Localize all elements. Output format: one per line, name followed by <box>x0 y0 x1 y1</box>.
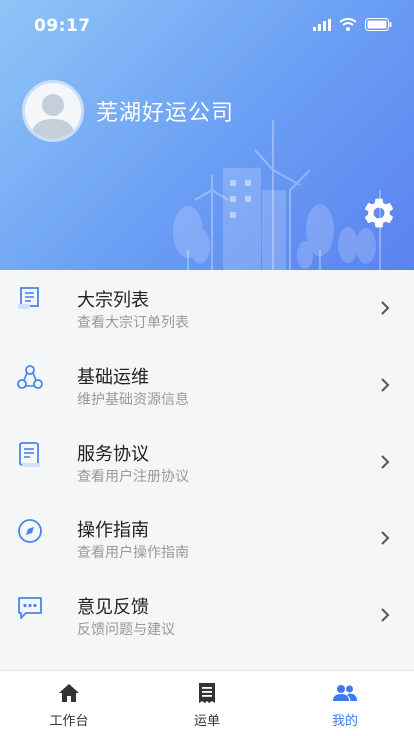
menu-subtitle: 查看用户注册协议 <box>77 468 189 485</box>
menu-item-basic-ops[interactable]: 基础运维 维护基础资源信息 <box>0 344 414 421</box>
chevron-right-icon <box>381 607 390 622</box>
menu-title: 意见反馈 <box>77 596 149 618</box>
status-time: 09:17 <box>34 16 91 36</box>
menu-item-operation-guide[interactable]: 操作指南 查看用户操作指南 <box>0 497 414 574</box>
bulk-list-icon <box>18 287 39 309</box>
tab-waybill[interactable]: 运单 <box>138 671 276 736</box>
menu-title: 基础运维 <box>77 367 149 388</box>
battery-icon <box>365 18 392 31</box>
menu-item-service-agreement[interactable]: 服务协议 查看用户注册协议 <box>0 420 414 497</box>
gear-icon <box>364 198 394 228</box>
tab-label: 工作台 <box>49 714 89 729</box>
document-icon <box>19 441 40 467</box>
chevron-right-icon <box>381 378 390 392</box>
tab-bar: 工作台 运单 我的 <box>0 670 414 736</box>
tab-label: 我的 <box>331 714 358 729</box>
menu-subtitle: 反馈问题与建议 <box>77 621 175 638</box>
menu-title: 操作指南 <box>77 520 149 541</box>
user-avatar-icon <box>25 83 81 139</box>
settings-button[interactable] <box>361 195 397 231</box>
chevron-right-icon <box>381 531 390 545</box>
cellular-signal-icon <box>313 18 331 31</box>
menu-subtitle: 查看大宗订单列表 <box>77 315 189 331</box>
menu-subtitle: 查看用户操作指南 <box>77 545 189 561</box>
chat-bubble-icon <box>18 596 42 619</box>
wifi-icon <box>339 18 357 31</box>
chevron-right-icon <box>381 454 390 469</box>
menu-item-bulk-list[interactable]: 大宗列表 查看大宗订单列表 <box>0 270 414 344</box>
network-nodes-icon <box>17 365 43 389</box>
chevron-right-icon <box>381 301 390 315</box>
menu-item-feedback[interactable]: 意见反馈 反馈问题与建议 <box>0 573 414 650</box>
compass-icon <box>18 519 42 543</box>
menu-subtitle: 维护基础资源信息 <box>77 392 189 408</box>
home-icon <box>59 684 79 702</box>
people-icon <box>333 685 357 701</box>
menu-title: 大宗列表 <box>77 290 149 311</box>
status-bar: 09:17 <box>0 0 414 52</box>
avatar[interactable] <box>22 80 84 142</box>
receipt-icon <box>199 683 215 703</box>
tab-workbench[interactable]: 工作台 <box>0 671 138 736</box>
tab-label: 运单 <box>193 714 220 729</box>
tab-mine[interactable]: 我的 <box>276 671 414 736</box>
profile-header: 09:17 芜湖好运公司 <box>0 0 414 270</box>
menu-title: 服务协议 <box>77 443 149 465</box>
menu-list: 大宗列表 查看大宗订单列表 基础运维 维护基础资源信息 服务协议 查看用户注册协… <box>0 270 414 650</box>
company-name: 芜湖好运公司 <box>96 101 235 126</box>
